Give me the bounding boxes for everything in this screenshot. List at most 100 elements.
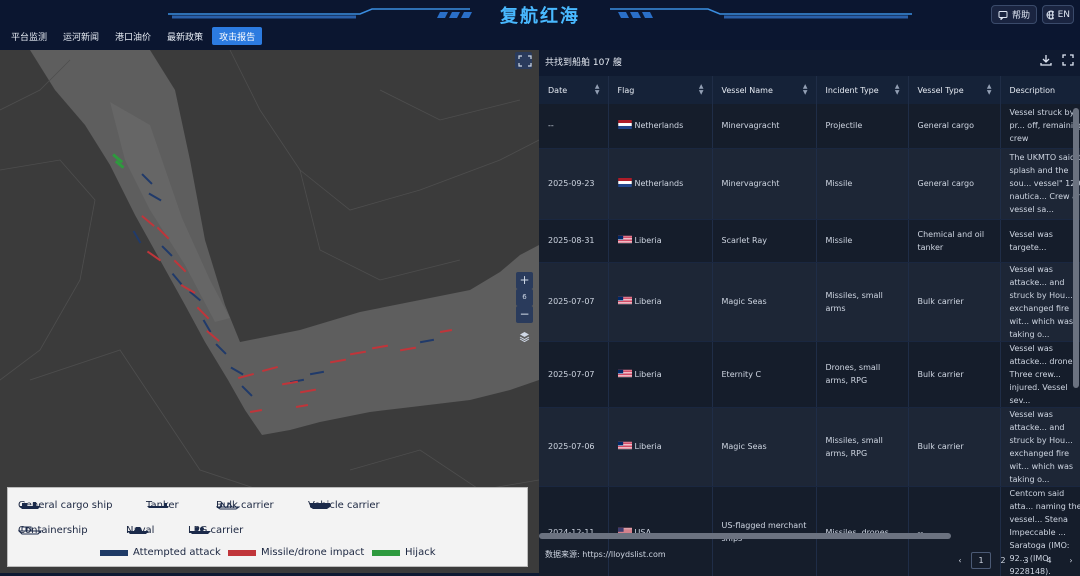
zoom-out-button[interactable]: − bbox=[516, 306, 533, 323]
cell-flag: Liberia bbox=[608, 262, 713, 342]
legend-missile-drone-impact: Missile/drone impact bbox=[228, 547, 364, 558]
cell-incident-type: Missiles, small arms bbox=[816, 262, 909, 342]
cell-date: 2025-07-07 bbox=[539, 341, 609, 408]
column-header-flag[interactable]: Flag ▲ ▼ bbox=[608, 76, 713, 104]
legend-lpg-carrier: LPG carrier bbox=[188, 525, 244, 536]
cell-description: Vessel was targete... bbox=[1000, 219, 1080, 263]
bulk-carrier-icon bbox=[216, 502, 240, 510]
cell-date: 2025-07-07 bbox=[539, 262, 609, 342]
pager-prev-button[interactable]: ‹ bbox=[953, 552, 967, 569]
cell-vessel-name: Eternity C bbox=[712, 341, 817, 408]
language-button[interactable]: EN bbox=[1042, 5, 1074, 24]
pager-next-button[interactable]: › bbox=[1065, 552, 1077, 569]
sort-icon: ▲ ▼ bbox=[594, 83, 600, 96]
netherlands-flag-icon bbox=[617, 120, 632, 130]
expand-icon[interactable] bbox=[1061, 53, 1075, 67]
cell-date: 2025-09-23 bbox=[539, 148, 609, 220]
column-header-vessel-type[interactable]: Vessel Type ▲ ▼ bbox=[908, 76, 1001, 104]
help-button[interactable]: 帮助 bbox=[991, 5, 1037, 24]
attempted-attack-swatch bbox=[100, 549, 128, 556]
legend-vehicle-carrier: Vehicle carrier bbox=[308, 500, 380, 511]
table-header-row: Date ▲ ▼ Flag ▲ ▼ Vessel Name ▲ ▼ Incident Typ… bbox=[539, 76, 1080, 104]
vehicle-carrier-icon bbox=[310, 503, 330, 509]
legend-general-cargo: General cargo ship bbox=[18, 500, 113, 511]
table-row[interactable]: 2025-07-07 Liberia Eternity C Drones, sm… bbox=[539, 341, 1080, 408]
panel-toolbar: 共找到船舶 107 艘 bbox=[539, 50, 1080, 74]
cell-date: 2025-07-06 bbox=[539, 407, 609, 487]
sort-icon: ▲ ▼ bbox=[986, 83, 992, 96]
cell-incident-type: Drones, small arms, RPG bbox=[816, 341, 909, 408]
cell-flag: Liberia bbox=[608, 219, 713, 263]
tab-attack-reports[interactable]: 攻击报告 bbox=[212, 27, 263, 45]
cell-incident-type: Missile bbox=[816, 219, 909, 263]
legend-bulk-carrier: Bulk carrier bbox=[216, 500, 274, 511]
cell-incident-type: Projectile bbox=[816, 104, 909, 149]
sort-icon: ▲ ▼ bbox=[698, 83, 704, 96]
column-header-description[interactable]: Description bbox=[1000, 76, 1080, 104]
layers-icon bbox=[519, 332, 530, 343]
tanker-icon bbox=[147, 503, 169, 508]
cell-description: Vessel was attacke... drones. Three crew… bbox=[1000, 341, 1080, 408]
tab-platform-monitor[interactable]: 平台监测 bbox=[4, 27, 54, 45]
data-source: 数据来源: https://lloydslist.com bbox=[545, 549, 666, 560]
page-button-4[interactable]: 4 bbox=[1041, 552, 1057, 569]
table-vertical-scrollbar[interactable] bbox=[1073, 108, 1079, 388]
table-row[interactable]: 2025-09-23 Netherlands Minervagracht Mis… bbox=[539, 148, 1080, 220]
hijack-swatch bbox=[372, 549, 400, 556]
cell-incident-type: Missiles, small arms, RPG bbox=[816, 407, 909, 487]
cell-description: Vessel was attacke... and struck by Hou.… bbox=[1000, 262, 1080, 342]
help-icon bbox=[998, 10, 1008, 20]
page-button-2[interactable]: 2 bbox=[995, 552, 1011, 569]
tab-latest-policy[interactable]: 最新政策 bbox=[160, 27, 210, 45]
source-link[interactable]: https://lloydslist.com bbox=[582, 550, 665, 559]
column-header-incident-type[interactable]: Incident Type ▲ ▼ bbox=[816, 76, 909, 104]
cell-vessel-type: General cargo bbox=[908, 104, 1001, 149]
liberia-flag-icon bbox=[617, 296, 632, 305]
globe-icon bbox=[1046, 10, 1054, 19]
column-header-vessel-name[interactable]: Vessel Name ▲ ▼ bbox=[712, 76, 817, 104]
containership-icon bbox=[18, 526, 42, 535]
incident-table-wrapper[interactable]: Date ▲ ▼ Flag ▲ ▼ Vessel Name ▲ ▼ Incident Typ… bbox=[539, 76, 1080, 576]
legend-hijack: Hijack bbox=[372, 547, 436, 558]
tab-port-fuel-prices[interactable]: 港口油价 bbox=[108, 27, 158, 45]
cell-flag: USA bbox=[608, 486, 713, 576]
incident-table: Date ▲ ▼ Flag ▲ ▼ Vessel Name ▲ ▼ Incident Typ… bbox=[539, 76, 1080, 576]
table-row[interactable]: -- Netherlands Minervagracht Projectile … bbox=[539, 104, 1080, 149]
cell-date: -- bbox=[539, 104, 609, 149]
general-cargo-ship-icon bbox=[19, 502, 41, 509]
cell-vessel-name: Magic Seas bbox=[712, 407, 817, 487]
incident-map[interactable]: + 6 − General cargo ship Tanker Bulk car… bbox=[0, 50, 539, 573]
missile-drone-impact-swatch bbox=[228, 549, 256, 556]
cell-date: 2024-12-11 bbox=[539, 486, 609, 576]
map-legend: General cargo ship Tanker Bulk carrier V… bbox=[7, 487, 528, 567]
cell-vessel-type: Bulk carrier bbox=[908, 341, 1001, 408]
page-button-3[interactable]: 3 bbox=[1018, 552, 1034, 569]
download-icon[interactable] bbox=[1039, 53, 1053, 67]
table-row[interactable]: 2025-07-06 Liberia Magic Seas Missiles, … bbox=[539, 407, 1080, 487]
source-label: 数据来源: bbox=[545, 550, 580, 559]
cell-incident-type: Missile bbox=[816, 148, 909, 220]
legend-tanker: Tanker bbox=[146, 500, 179, 511]
liberia-flag-icon bbox=[617, 235, 632, 244]
cell-date: 2025-08-31 bbox=[539, 219, 609, 263]
map-fullscreen-icon bbox=[515, 52, 532, 69]
tab-canal-news[interactable]: 运河新闻 bbox=[56, 27, 106, 45]
cell-vessel-type: General cargo bbox=[908, 148, 1001, 220]
page-button-1[interactable]: 1 bbox=[971, 552, 991, 569]
legend-attempted-attack: Attempted attack bbox=[100, 547, 221, 558]
column-header-date[interactable]: Date ▲ ▼ bbox=[539, 76, 609, 104]
table-row[interactable]: 2025-07-07 Liberia Magic Seas Missiles, … bbox=[539, 262, 1080, 342]
cell-vessel-name: Minervagracht bbox=[712, 148, 817, 220]
cell-description: The UKMTO said t... splash and the sou..… bbox=[1000, 148, 1080, 220]
cell-flag: Netherlands bbox=[608, 104, 713, 149]
main-tabs: 平台监测 运河新闻 港口油价 最新政策 攻击报告 bbox=[4, 27, 263, 45]
zoom-in-button[interactable]: + bbox=[516, 272, 533, 289]
app-header: 复航红海 帮助 EN 平台监测 运河新闻 港口油价 最新政策 攻击报告 bbox=[0, 0, 1080, 50]
cell-incident-type: Missiles, drones bbox=[816, 486, 909, 576]
sort-icon: ▲ ▼ bbox=[894, 83, 900, 96]
table-row[interactable]: 2025-08-31 Liberia Scarlet Ray Missile C… bbox=[539, 219, 1080, 263]
cell-vessel-name: Minervagracht bbox=[712, 104, 817, 149]
zoom-level: 6 bbox=[516, 289, 533, 306]
incident-panel: 共找到船舶 107 艘 Date ▲ ▼ Flag ▲ ▼ Vessel Name ▲ ▼ … bbox=[539, 50, 1080, 576]
table-horizontal-scrollbar[interactable] bbox=[539, 533, 951, 539]
